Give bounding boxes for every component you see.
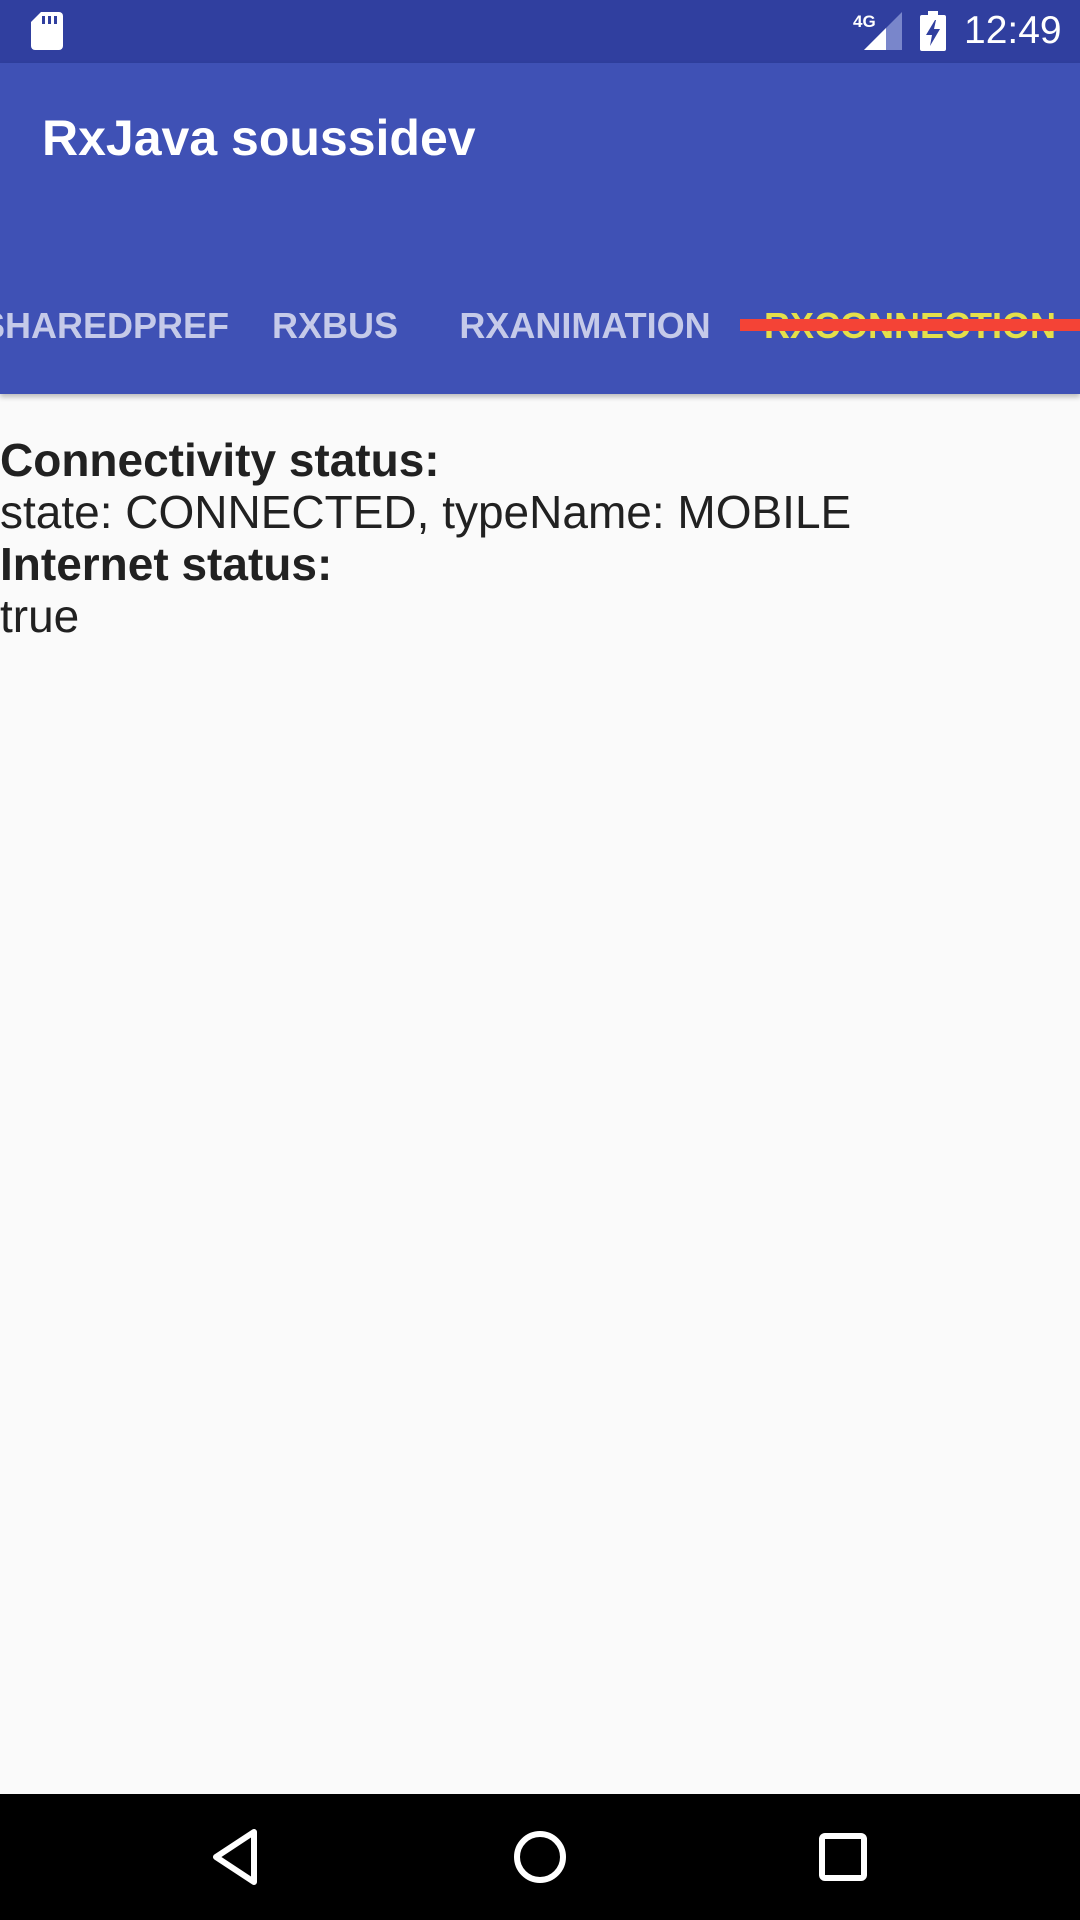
navigation-bar <box>0 1794 1080 1920</box>
app-bar: RxJava soussidev SHAREDPREF RXBUS RXANIM… <box>0 63 1080 394</box>
tab-sharedpref[interactable]: SHAREDPREF <box>0 258 230 394</box>
internet-status-label: Internet status: <box>0 538 333 590</box>
recents-icon[interactable] <box>810 1824 876 1890</box>
content-area: Connectivity status: state: CONNECTED, t… <box>0 434 1080 642</box>
tab-rxanimation[interactable]: RXANIMATION <box>440 258 730 394</box>
signal-icon <box>864 12 902 50</box>
battery-charging-icon <box>920 11 946 51</box>
sd-card-icon <box>31 12 63 50</box>
home-icon[interactable] <box>507 1824 573 1890</box>
connectivity-status-label: Connectivity status: <box>0 434 440 486</box>
connectivity-status-value: state: CONNECTED, typeName: MOBILE <box>0 486 852 538</box>
internet-status-value: true <box>0 590 80 642</box>
app-title: RxJava soussidev <box>42 110 476 166</box>
status-bar: 4G 12:49 <box>0 0 1080 63</box>
tab-rxbus[interactable]: RXBUS <box>250 258 420 394</box>
status-clock: 12:49 <box>964 9 1062 52</box>
tab-indicator <box>740 319 1080 331</box>
back-icon[interactable] <box>204 1824 270 1890</box>
